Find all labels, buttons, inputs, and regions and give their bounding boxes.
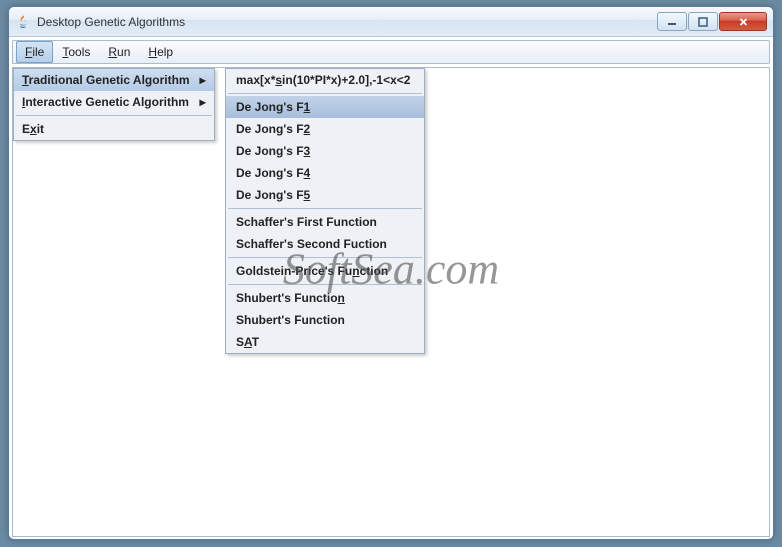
submenu-item[interactable]: Goldstein-Price's Function: [226, 260, 424, 282]
submenu-arrow-icon: ▸: [200, 73, 206, 87]
titlebar[interactable]: Desktop Genetic Algorithms: [9, 7, 773, 37]
menu-separator: [16, 115, 212, 116]
submenu-item[interactable]: De Jong's F5: [226, 184, 424, 206]
submenu-separator: [228, 208, 422, 209]
submenu-item[interactable]: De Jong's F4: [226, 162, 424, 184]
minimize-button[interactable]: [657, 12, 687, 31]
file-dropdown: Traditional Genetic Algorithm▸Interactiv…: [13, 68, 215, 141]
file-menu-item[interactable]: Interactive Genetic Algorithm ▸: [14, 91, 214, 113]
submenu-item[interactable]: Schaffer's Second Fuction: [226, 233, 424, 255]
submenu-separator: [228, 93, 422, 94]
submenu-item[interactable]: Shubert's Function: [226, 309, 424, 331]
menu-item-label: Traditional Genetic Algorithm: [22, 73, 190, 87]
submenu-item[interactable]: Shubert's Function: [226, 287, 424, 309]
submenu-item[interactable]: SAT: [226, 331, 424, 353]
traditional-submenu: max[x*sin(10*PI*x)+2.0],-1<x<2 De Jong's …: [225, 68, 425, 354]
window-title: Desktop Genetic Algorithms: [37, 15, 657, 29]
maximize-button[interactable]: [688, 12, 718, 31]
menu-file[interactable]: File: [16, 41, 53, 63]
content-area: Traditional Genetic Algorithm▸Interactiv…: [12, 67, 770, 537]
menu-item-label: Exit: [22, 122, 44, 136]
submenu-item[interactable]: Schaffer's First Function: [226, 211, 424, 233]
menu-run[interactable]: Run: [99, 41, 139, 63]
submenu-item[interactable]: De Jong's F1: [226, 96, 424, 118]
file-menu-item[interactable]: Traditional Genetic Algorithm ▸: [14, 69, 214, 91]
submenu-separator: [228, 257, 422, 258]
submenu-separator: [228, 284, 422, 285]
menu-tools[interactable]: Tools: [53, 41, 99, 63]
menu-help[interactable]: Help: [139, 41, 182, 63]
java-icon: [15, 14, 31, 30]
submenu-item[interactable]: max[x*sin(10*PI*x)+2.0],-1<x<2: [226, 69, 424, 91]
menu-item-label: Interactive Genetic Algorithm: [22, 95, 189, 109]
submenu-arrow-icon: ▸: [200, 95, 206, 109]
app-window: Desktop Genetic Algorithms File Tools Ru…: [8, 6, 774, 540]
submenu-item[interactable]: De Jong's F2: [226, 118, 424, 140]
submenu-item[interactable]: De Jong's F3: [226, 140, 424, 162]
close-button[interactable]: [719, 12, 767, 31]
window-controls: [657, 12, 767, 31]
menubar: File Tools Run Help: [12, 40, 770, 64]
file-menu-item[interactable]: Exit: [14, 118, 214, 140]
